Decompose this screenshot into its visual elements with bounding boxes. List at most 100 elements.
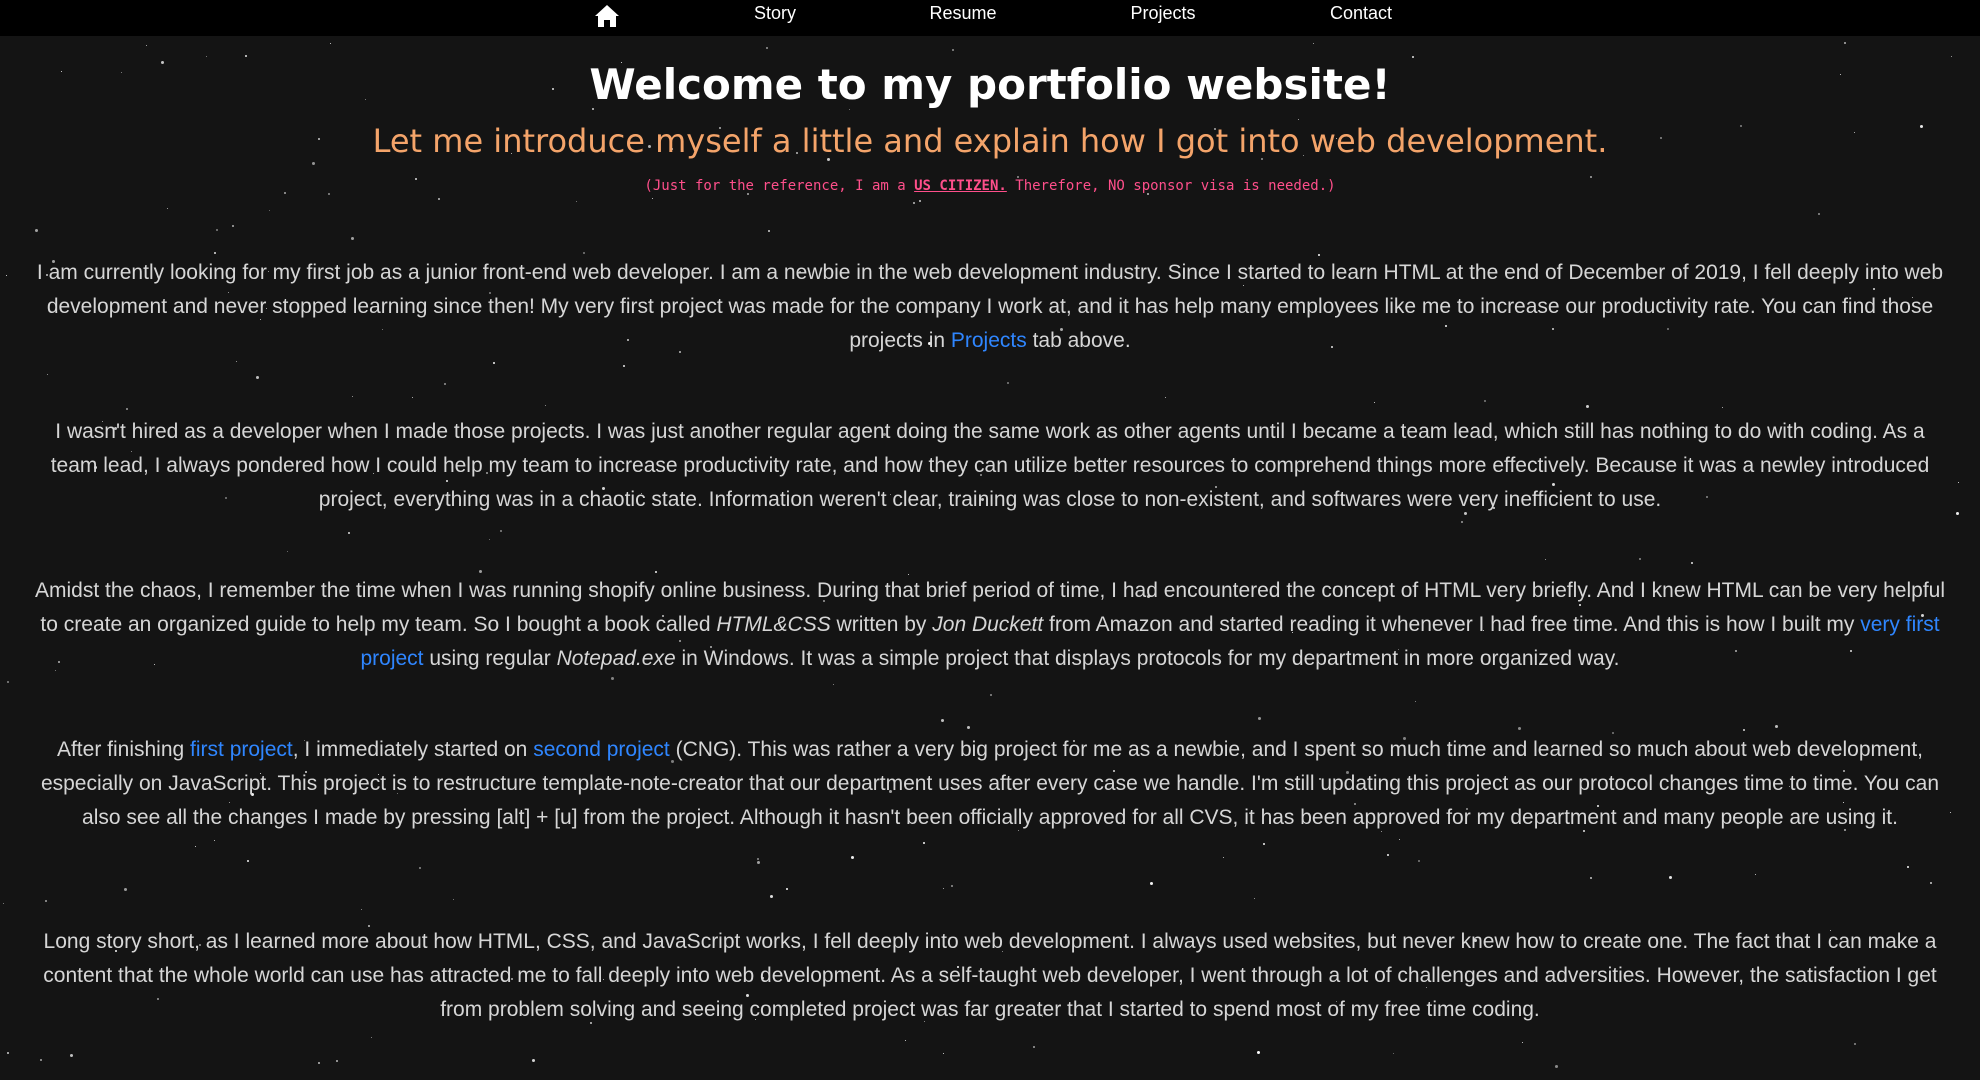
star-dot [1263,843,1265,845]
star-dot [1950,812,1951,813]
star-dot [1555,1065,1558,1068]
story-paragraph-3: Amidst the chaos, I remember the time wh… [30,574,1950,676]
book-title: HTML&CSS [716,613,831,636]
star-dot [167,208,168,209]
star-dot [232,225,234,227]
star-dot [35,229,38,232]
note-prefix: (Just for the reference, I am a [644,178,915,194]
star-dot [500,530,502,532]
star-dot [1393,1053,1394,1054]
star-dot [70,1054,73,1057]
star-dot [1418,860,1420,862]
star-dot [247,860,249,862]
star-dot [1907,866,1909,868]
star-dot [611,677,614,680]
projects-link[interactable]: Projects [951,329,1027,352]
star-dot [256,376,259,379]
star-dot [45,900,47,902]
star-dot [1150,882,1153,885]
star-dot [146,45,147,46]
star-dot [770,895,773,898]
star-dot [786,888,788,890]
page-subtitle: Let me introduce myself a little and exp… [372,122,1608,160]
star-dot [206,56,207,57]
nav-link-contact[interactable]: Contact [1330,0,1392,26]
paragraph-text: using regular [423,647,557,670]
star-dot [1590,877,1592,879]
star-dot [1755,874,1756,875]
note-suffix: Therefore, NO sponsor visa is needed.) [1006,178,1336,194]
citizenship-note: (Just for the reference, I am a US CITIZ… [0,178,1980,194]
star-dot [361,909,362,910]
star-dot [47,374,48,375]
star-dot [768,230,770,232]
star-dot [757,861,760,864]
star-dot [6,275,7,276]
star-dot [1313,43,1314,44]
star-dot [1387,854,1389,856]
star-dot [318,1062,320,1064]
home-icon[interactable] [594,3,620,29]
star-dot [1844,42,1846,44]
star-dot [1298,119,1299,120]
story-paragraph-2: I wasn't hired as a developer when I mad… [30,415,1950,517]
paragraph-text: tab above. [1026,329,1131,352]
star-dot [269,210,270,211]
star-dot [943,888,944,889]
paragraph-text: After finishing [56,738,191,761]
star-dot [330,43,331,44]
star-dot [849,109,850,110]
star-dot [287,551,288,552]
star-dot [1374,402,1375,403]
star-dot [352,396,353,397]
star-dot [913,202,915,204]
star-dot [941,719,944,722]
top-nav: Story Resume Projects Contact [0,0,1980,36]
star-dot [990,694,992,696]
star-dot [1639,558,1641,560]
paragraph-text: I wasn't hired as a developer when I mad… [50,420,1930,511]
star-dot [951,885,953,887]
star-dot [1484,400,1486,402]
star-dot [479,570,482,573]
star-dot [583,252,585,254]
star-dot [1586,405,1589,408]
nav-link-resume[interactable]: Resume [929,0,996,26]
star-dot [336,1060,338,1062]
star-dot [943,1053,944,1054]
star-dot [489,539,490,540]
story-paragraph-5: Long story short, as I learned more abou… [30,925,1950,1027]
star-dot [419,867,421,869]
star-dot [216,229,218,231]
star-dot [438,198,440,200]
star-dot [1399,839,1400,840]
starfield-background [0,0,1980,1080]
story-paragraph-4: After finishing first project, I immedia… [30,733,1950,835]
star-dot [1743,729,1745,731]
star-dot [245,55,247,57]
star-dot [545,405,546,406]
star-dot [1930,882,1932,884]
star-dot [124,888,127,891]
star-dot [905,1040,906,1041]
star-dot [1033,1046,1035,1048]
star-dot [1257,1051,1260,1054]
star-dot [1722,407,1723,408]
star-dot [1412,56,1414,58]
second-project-link[interactable]: second project [533,738,670,761]
nav-link-story[interactable]: Story [754,0,796,26]
star-dot [126,408,128,410]
star-dot [851,856,854,859]
star-dot [371,1037,372,1038]
page-title: Welcome to my portfolio website! [589,60,1391,109]
star-dot [1775,725,1778,728]
note-emphasis: US CITIZEN. [914,178,1007,194]
first-project-link[interactable]: first project [190,738,293,761]
star-dot [348,532,350,534]
nav-link-projects[interactable]: Projects [1130,0,1195,26]
star-dot [1461,521,1463,523]
star-dot [1818,213,1820,215]
star-dot [214,252,216,254]
star-dot [919,200,921,202]
star-dot [412,397,413,398]
